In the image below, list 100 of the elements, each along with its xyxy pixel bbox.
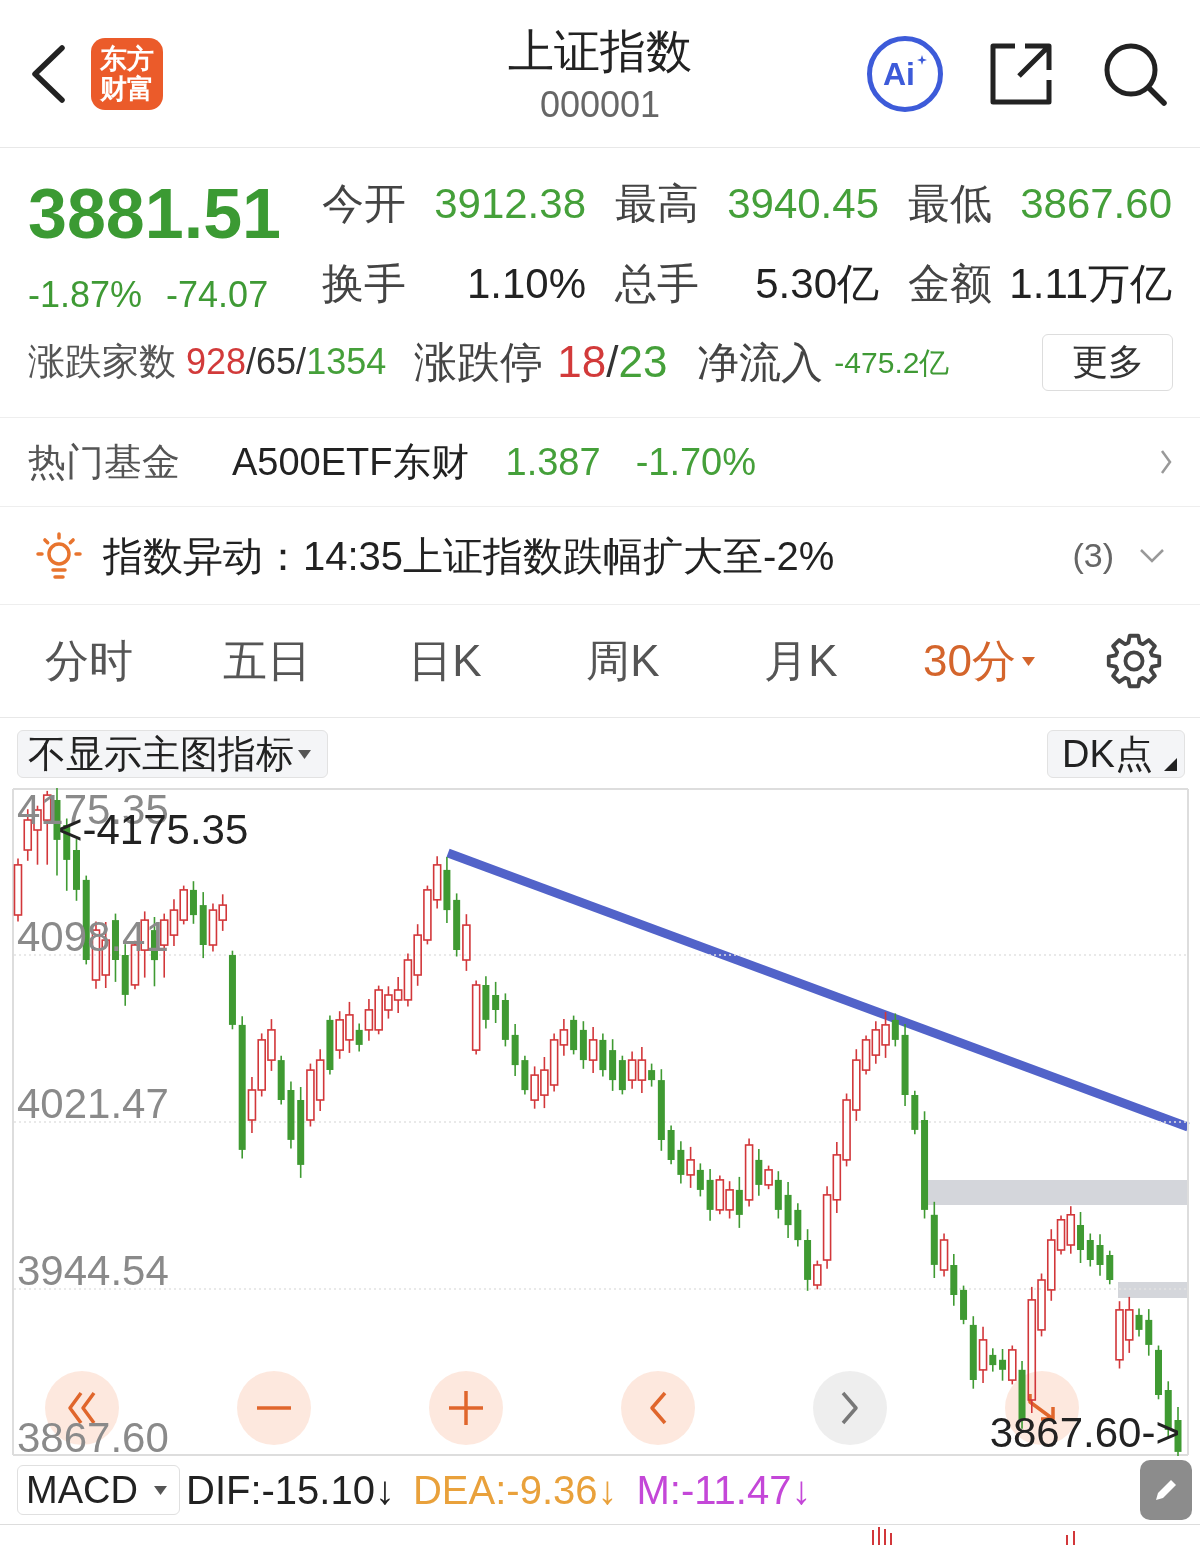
candlestick xyxy=(911,1089,919,1136)
stat-label: 最低 xyxy=(908,178,992,229)
minus-icon xyxy=(257,1406,291,1410)
stat-label: 金额 xyxy=(908,258,992,309)
caret-down-icon xyxy=(153,1485,167,1495)
stat-label: 最高 xyxy=(615,178,699,229)
y-axis-label: 4021.47 xyxy=(17,1089,169,1119)
candlestick xyxy=(432,855,442,910)
chevron-down-icon[interactable] xyxy=(1139,547,1165,564)
stat-value: 1.10% xyxy=(466,258,586,309)
candlestick xyxy=(1145,1308,1153,1357)
back-icon[interactable] xyxy=(30,44,66,103)
y-axis-label: 3867.60 xyxy=(17,1423,169,1453)
period-tab[interactable]: 五日 xyxy=(178,628,356,694)
macd-histogram-drawing xyxy=(1066,1531,1076,1545)
alert-text: 指数异动：14:35上证指数跌幅扩大至-2% xyxy=(103,532,835,580)
candlestick xyxy=(423,884,432,946)
caret-down-icon xyxy=(1021,656,1035,666)
change-percent: -1.87% xyxy=(28,273,143,317)
candlestick xyxy=(784,1181,792,1239)
caret-down-icon xyxy=(298,749,311,759)
macd-reading: DIF:-15.10↓ xyxy=(186,1467,395,1514)
plus-icon xyxy=(449,1391,483,1425)
stat-value: 1.11万亿 xyxy=(1009,258,1172,309)
y-axis-label: 3944.54 xyxy=(17,1256,169,1286)
candlestick xyxy=(179,884,188,926)
limit-up-down-count: 18/23 xyxy=(557,336,668,388)
macd-selector[interactable]: MACD xyxy=(17,1465,180,1515)
chevron-right-icon xyxy=(1160,449,1172,475)
stat-label: 涨跌家数 xyxy=(28,340,176,385)
candlestick xyxy=(715,1174,725,1215)
more-button[interactable]: 更多 xyxy=(1042,333,1173,391)
period-tab[interactable]: 月K xyxy=(712,628,890,694)
candlestick xyxy=(257,1032,266,1098)
candlestick xyxy=(208,902,218,953)
macd-reading: M:-11.47↓ xyxy=(636,1467,812,1514)
candlestick xyxy=(686,1146,695,1189)
lightbulb-icon xyxy=(35,531,83,580)
index-alert-row[interactable]: 指数异动：14:35上证指数跌幅扩大至-2% (3) xyxy=(0,507,1200,605)
candlestick xyxy=(13,857,23,923)
hot-fund-row[interactable]: 热门基金 A500ETF东财 1.387 -1.70% xyxy=(0,418,1200,507)
advance-decline-count: 928/65/1354 xyxy=(186,340,387,384)
logo-text: 财富 xyxy=(100,73,154,104)
macd-histogram-drawing xyxy=(872,1527,892,1545)
fund-name: A500ETF东财 xyxy=(232,439,469,485)
chevron-right-icon xyxy=(841,1391,859,1425)
candlestick xyxy=(267,1018,276,1072)
macd-reading: DEA:-9.36↓ xyxy=(412,1467,618,1514)
indicator-dropdown[interactable]: 不显示主图指标 xyxy=(17,730,328,778)
period-tab[interactable]: 周K xyxy=(534,628,712,694)
candlestick xyxy=(1066,1205,1076,1255)
candlestick xyxy=(540,1056,549,1109)
candlestick xyxy=(287,1080,295,1150)
candlestick xyxy=(794,1202,802,1248)
candlestick xyxy=(315,1048,325,1112)
candlestick xyxy=(1096,1233,1104,1277)
search-icon[interactable] xyxy=(1103,41,1167,106)
share-icon[interactable] xyxy=(989,41,1053,106)
candlestick xyxy=(364,998,374,1042)
stat-value: 5.30亿 xyxy=(755,258,879,309)
page-title: 上证指数 xyxy=(508,23,692,79)
corner-caret-icon xyxy=(1164,758,1177,771)
period-tab[interactable]: 30分 xyxy=(890,628,1068,694)
logo-text: 东方 xyxy=(100,43,154,74)
candlestick xyxy=(1155,1344,1162,1401)
sparkle-icon xyxy=(917,54,927,65)
period-tab[interactable]: 日K xyxy=(356,628,534,694)
candlestick xyxy=(1086,1232,1094,1268)
fund-label: 热门基金 xyxy=(28,439,180,485)
stat-label: 今开 xyxy=(322,178,406,229)
settings-icon[interactable] xyxy=(1106,633,1162,689)
stat-label: 总手 xyxy=(615,258,699,309)
last-price: 3881.51 xyxy=(28,174,283,254)
candlestick xyxy=(588,1026,598,1074)
net-inflow-value: -475.2亿 xyxy=(834,344,950,381)
candlestick xyxy=(462,913,471,972)
candlestick xyxy=(218,893,227,932)
fund-change: -1.70% xyxy=(635,439,757,485)
candlestick xyxy=(306,1062,315,1128)
period-tab[interactable]: 分时 xyxy=(0,628,178,694)
candlestick xyxy=(1115,1300,1124,1370)
double-chevron-left-icon xyxy=(67,1391,97,1425)
stat-label: 换手 xyxy=(322,258,406,309)
candlestick xyxy=(1106,1249,1114,1286)
stat-label: 净流入 xyxy=(697,337,824,388)
change-value: -74.07 xyxy=(166,273,269,317)
ai-button[interactable]: Ai xyxy=(867,35,943,112)
dk-point-button[interactable]: DK点 xyxy=(1047,730,1185,778)
candlestick xyxy=(725,1180,734,1220)
stat-value: 3912.38 xyxy=(434,178,586,229)
stock-code: 000001 xyxy=(539,84,661,125)
edit-button[interactable] xyxy=(1140,1460,1192,1520)
candlestick xyxy=(627,1050,637,1090)
stat-value: 3867.60 xyxy=(1020,178,1172,229)
candlestick xyxy=(871,1020,881,1065)
stat-value: 3940.45 xyxy=(727,178,879,229)
candlestick xyxy=(511,1023,519,1077)
candlestick xyxy=(335,1010,344,1060)
candlestick xyxy=(530,1065,539,1110)
fund-price: 1.387 xyxy=(505,439,601,485)
